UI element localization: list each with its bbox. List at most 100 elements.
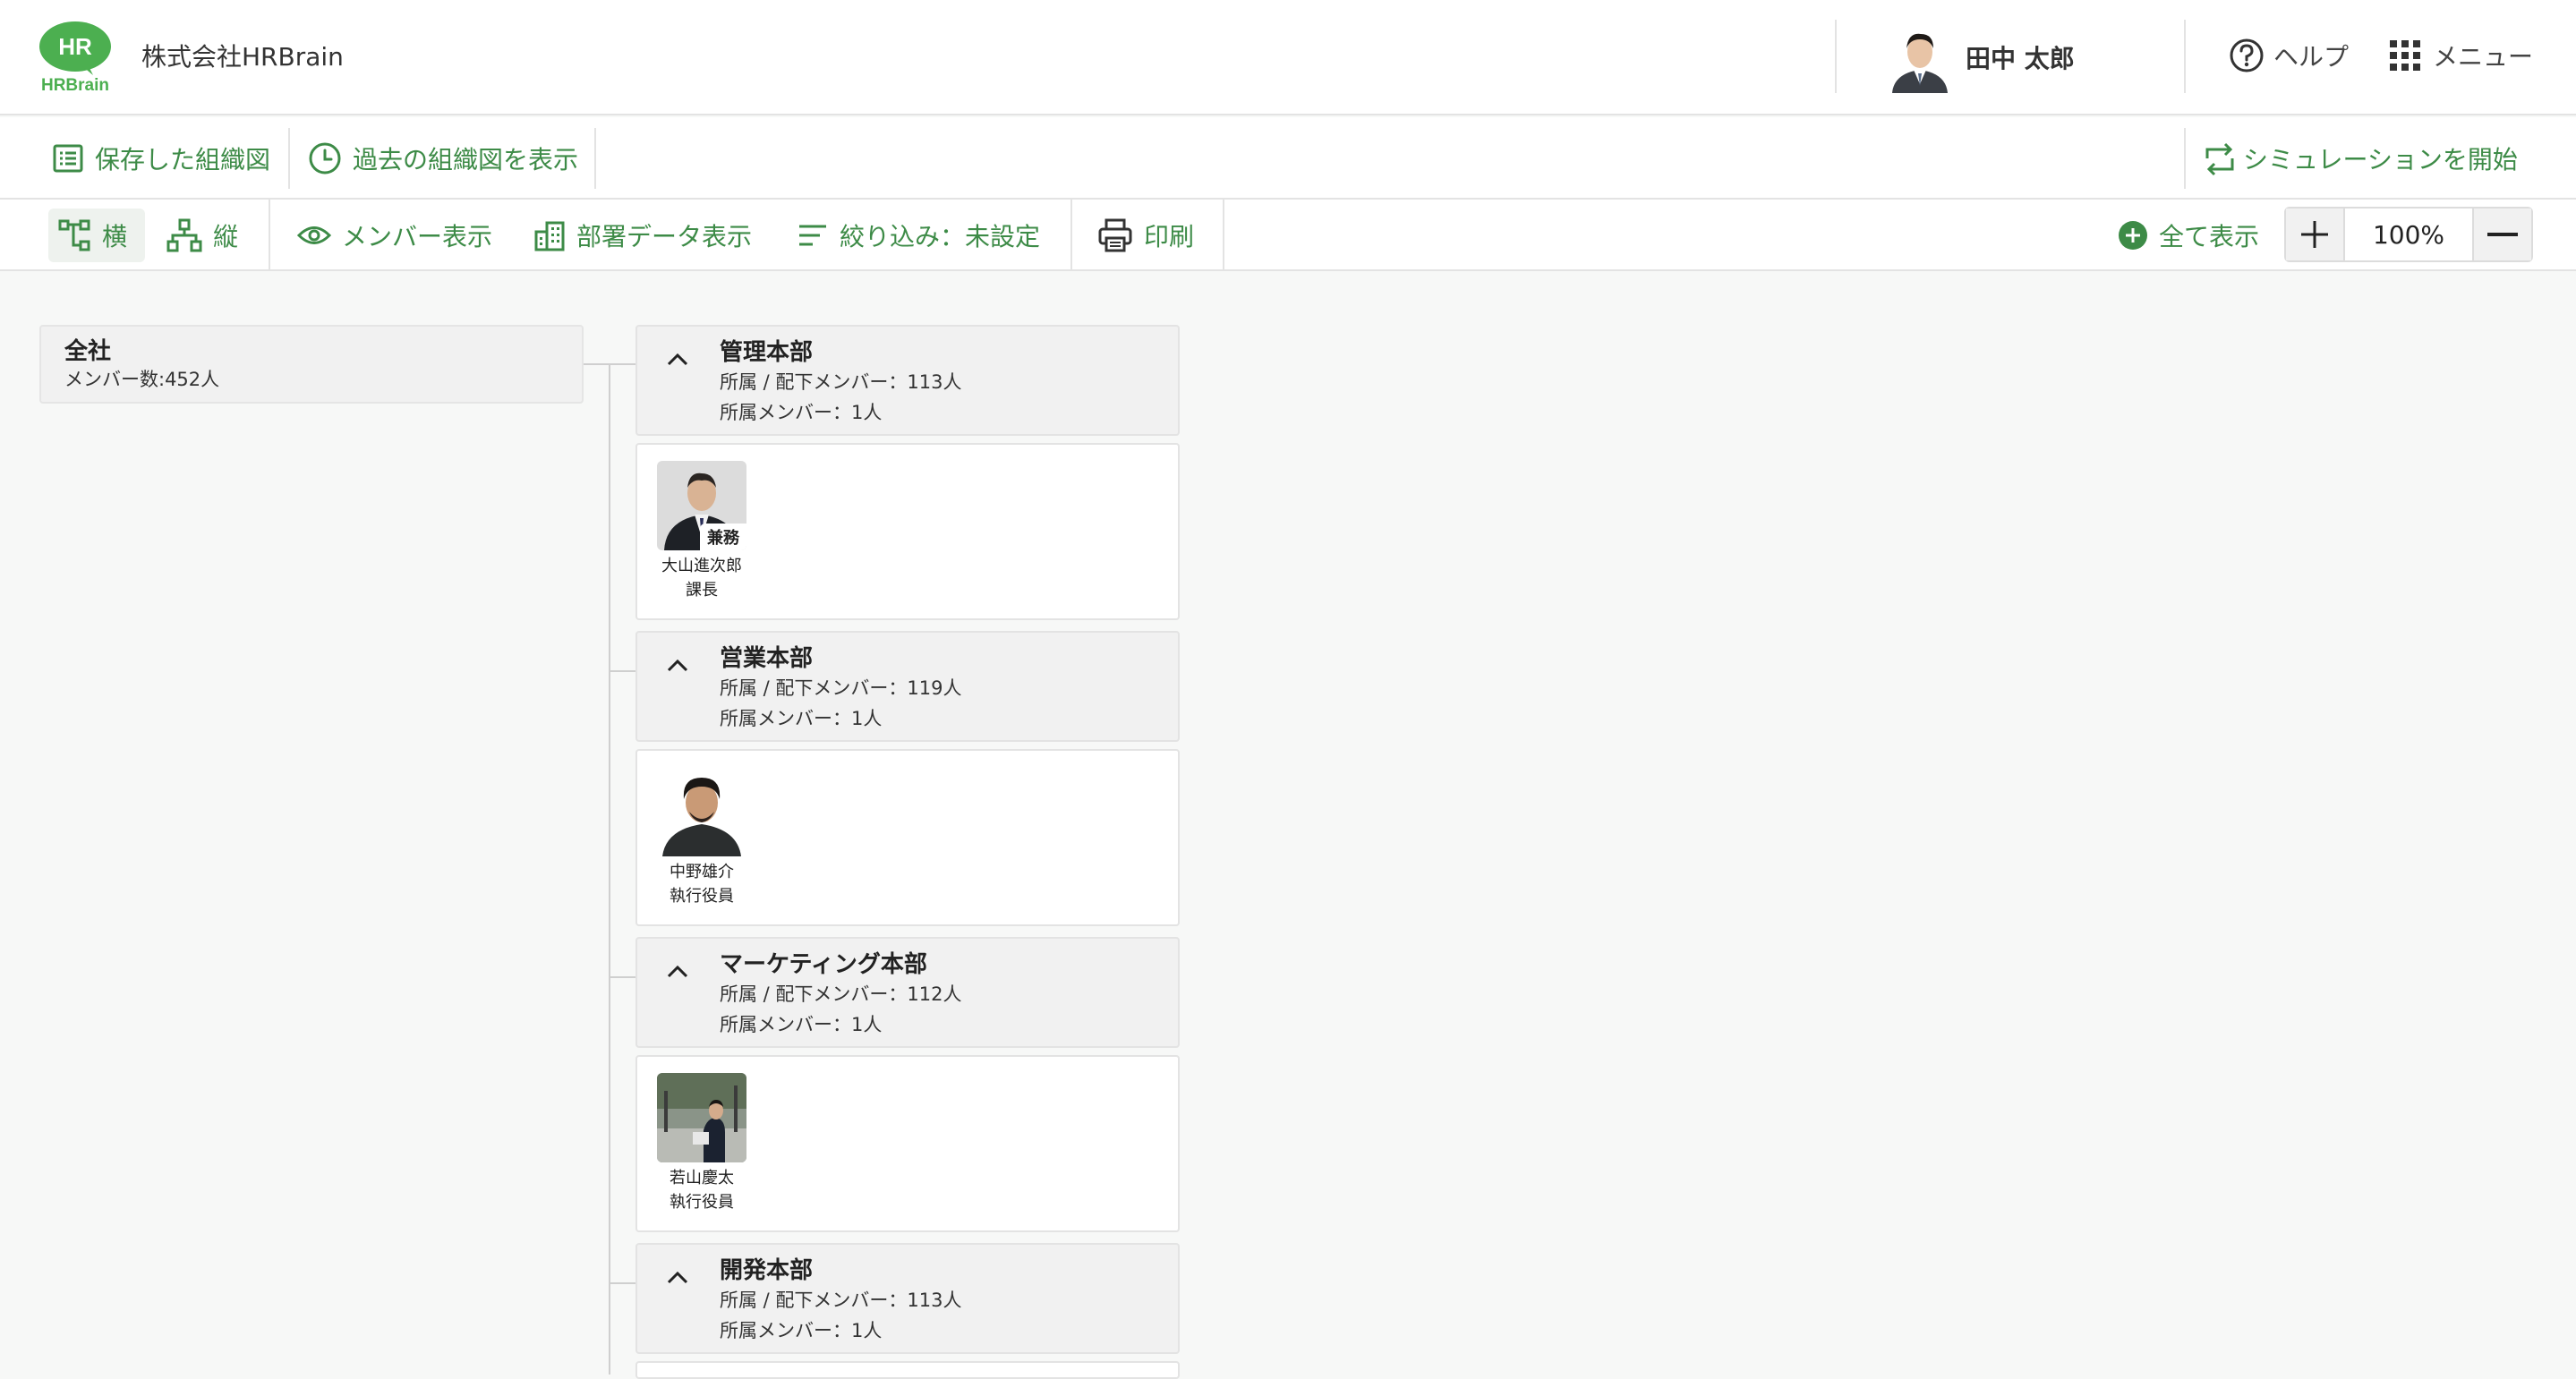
user-name[interactable]: 田中 太郎 — [1966, 39, 2075, 75]
toolbar-divider — [1223, 200, 1224, 269]
list-icon — [52, 142, 84, 175]
menu-label: メニュー — [2433, 42, 2534, 72]
dept-direct-members: 所属メンバー：1人 — [720, 402, 883, 423]
help-label: ヘルプ — [2273, 42, 2350, 72]
app-header: HR HRBrain 株式会社HRBrain 田中 太郎 ヘルプ メニュー — [0, 0, 2576, 115]
member-card — [635, 1361, 1180, 1379]
member-photo: 兼務 — [657, 461, 746, 550]
toolbar-divider — [2184, 128, 2186, 189]
swap-arrows-icon — [2202, 140, 2238, 176]
menu-button[interactable]: メニュー — [2390, 38, 2533, 73]
dept-data-label: 部署データ表示 — [576, 222, 753, 251]
dept-card[interactable]: 管理本部 所属 / 配下メンバー：113人 所属メンバー：1人 — [635, 325, 1180, 436]
member-name: 大山進次郎 — [661, 557, 742, 575]
minus-icon — [2486, 219, 2520, 250]
grid-menu-icon — [2390, 40, 2420, 71]
member-card: 兼務 大山進次郎 課長 — [635, 443, 1180, 620]
dept-name: 営業本部 — [720, 645, 814, 672]
dept-data-button[interactable]: 部署データ表示 — [525, 209, 761, 262]
member-card: 若山慶太 執行役員 — [635, 1055, 1180, 1232]
company-name: 株式会社HRBrain — [141, 42, 344, 72]
dept-total-members: 所属 / 配下メンバー：112人 — [720, 983, 962, 1005]
toolbar-divider — [1070, 200, 1072, 269]
zoom-in-button[interactable] — [2286, 209, 2343, 260]
plus-circle-icon — [2118, 220, 2148, 251]
horizontal-layout-label: 横 — [102, 222, 128, 251]
member-photo — [657, 767, 746, 856]
vertical-layout-button[interactable]: 縦 — [158, 209, 247, 262]
member-role: 執行役員 — [670, 1193, 734, 1212]
filter-button[interactable]: 絞り込み：未設定 — [788, 209, 1049, 262]
member-item[interactable]: 中野雄介 執行役員 — [655, 767, 748, 908]
org-root-card[interactable]: 全社 メンバー数:452人 — [39, 325, 584, 404]
help-button[interactable]: ヘルプ — [2229, 38, 2349, 73]
toolbar-divider — [269, 200, 270, 269]
chevron-up-icon[interactable] — [664, 1264, 691, 1291]
vertical-tree-icon — [166, 218, 202, 252]
saved-charts-button[interactable]: 保存した組織図 — [52, 139, 270, 178]
chevron-up-icon[interactable] — [664, 652, 691, 679]
chart-actions-bar: 保存した組織図 過去の組織図を表示 シミュレーションを開始 — [0, 117, 2576, 200]
zoom-level: 100% — [2343, 209, 2474, 260]
view-options-bar: 横 縦 メンバー表示 部署データ表示 絞り込み：未設定 印刷 全て表示 100% — [0, 200, 2576, 271]
svg-text:HR: HR — [58, 33, 92, 60]
vertical-layout-label: 縦 — [213, 222, 239, 251]
show-all-label: 全て表示 — [2159, 222, 2260, 251]
toolbar-divider — [288, 128, 290, 189]
dept-total-members: 所属 / 配下メンバー：119人 — [720, 677, 962, 699]
hrbrain-logo[interactable]: HR HRBrain — [38, 20, 116, 95]
building-icon — [533, 219, 566, 251]
dept-card[interactable]: 営業本部 所属 / 配下メンバー：119人 所属メンバー：1人 — [635, 631, 1180, 742]
connector-line — [609, 976, 635, 978]
chevron-up-icon[interactable] — [664, 958, 691, 985]
dept-direct-members: 所属メンバー：1人 — [720, 708, 883, 729]
question-circle-icon — [2229, 38, 2265, 73]
horizontal-layout-button[interactable]: 横 — [48, 209, 145, 262]
horizontal-tree-icon — [57, 218, 91, 252]
org-root-count: メンバー数:452人 — [64, 369, 220, 390]
member-photo — [657, 1073, 746, 1162]
printer-icon — [1097, 217, 1133, 253]
dept-name: 開発本部 — [720, 1257, 814, 1284]
start-simulation-button[interactable]: シミュレーションを開始 — [2202, 139, 2518, 178]
member-view-button[interactable]: メンバー表示 — [288, 209, 501, 262]
toolbar-divider — [594, 128, 596, 189]
zoom-out-button[interactable] — [2474, 209, 2531, 260]
svg-text:HRBrain: HRBrain — [41, 76, 109, 95]
concurrent-badge: 兼務 — [700, 524, 746, 550]
saved-charts-label: 保存した組織図 — [95, 145, 271, 175]
dept-total-members: 所属 / 配下メンバー：113人 — [720, 1290, 962, 1311]
member-card: 中野雄介 執行役員 — [635, 749, 1180, 926]
member-item[interactable]: 若山慶太 執行役員 — [655, 1073, 748, 1214]
past-charts-button[interactable]: 過去の組織図を表示 — [308, 139, 578, 178]
connector-line — [609, 363, 610, 1375]
header-divider — [1835, 20, 1837, 93]
show-all-button[interactable]: 全て表示 — [2109, 209, 2268, 262]
org-root-name: 全社 — [64, 338, 112, 365]
print-button[interactable]: 印刷 — [1088, 209, 1203, 262]
member-role: 課長 — [686, 581, 718, 600]
dept-direct-members: 所属メンバー：1人 — [720, 1014, 883, 1035]
member-item[interactable]: 兼務 大山進次郎 課長 — [655, 461, 748, 602]
dept-direct-members: 所属メンバー：1人 — [720, 1320, 883, 1341]
eye-icon — [297, 224, 331, 247]
filter-label: 絞り込み：未設定 — [840, 222, 1041, 251]
dept-card[interactable]: 開発本部 所属 / 配下メンバー：113人 所属メンバー：1人 — [635, 1243, 1180, 1354]
user-avatar[interactable] — [1889, 25, 1951, 93]
dept-card[interactable]: マーケティング本部 所属 / 配下メンバー：112人 所属メンバー：1人 — [635, 937, 1180, 1048]
filter-lines-icon — [797, 222, 829, 249]
chevron-up-icon[interactable] — [664, 346, 691, 373]
member-name: 中野雄介 — [670, 863, 734, 881]
member-name: 若山慶太 — [670, 1169, 734, 1187]
past-charts-label: 過去の組織図を表示 — [353, 145, 579, 175]
member-view-label: メンバー表示 — [342, 222, 493, 251]
clock-icon — [308, 141, 342, 175]
connector-line — [609, 1282, 635, 1284]
dept-name: マーケティング本部 — [720, 951, 927, 978]
dept-total-members: 所属 / 配下メンバー：113人 — [720, 371, 962, 393]
org-chart-canvas[interactable]: 全社 メンバー数:452人 管理本部 所属 / 配下メンバー：113人 所属メン… — [0, 273, 2576, 1379]
plus-icon — [2299, 219, 2330, 250]
connector-line — [609, 670, 635, 672]
member-role: 執行役員 — [670, 887, 734, 906]
header-divider — [2184, 20, 2186, 93]
